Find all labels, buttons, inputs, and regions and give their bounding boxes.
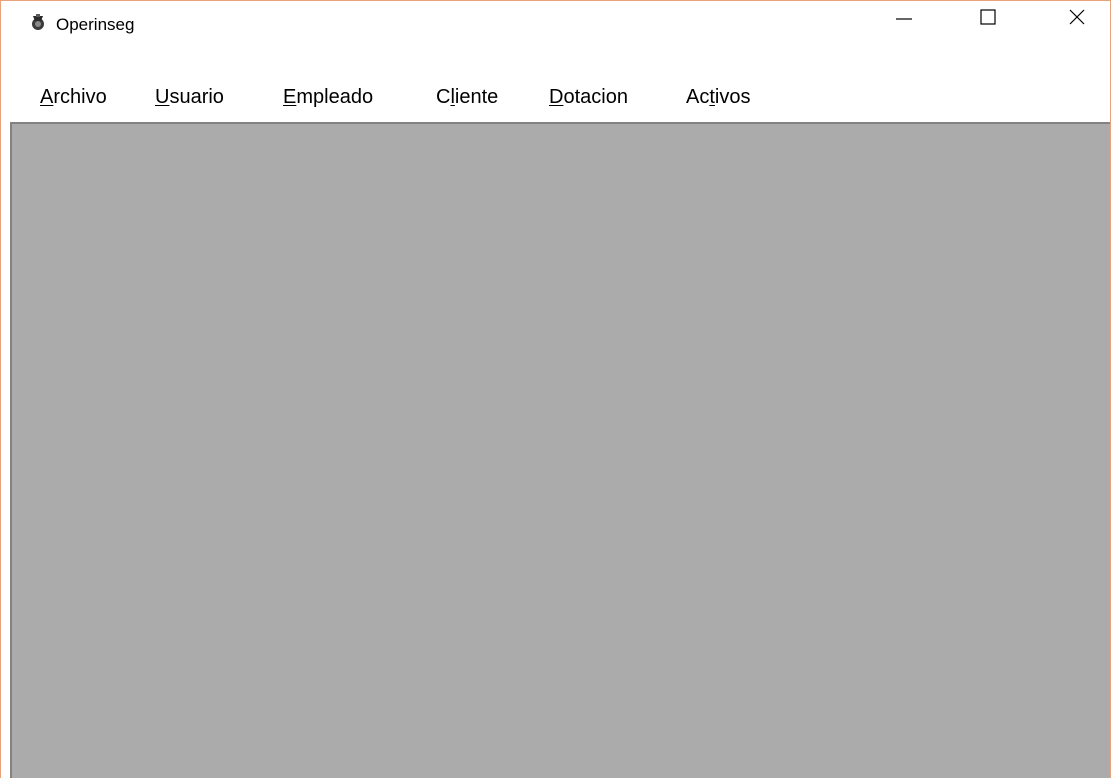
menu-cliente-post: iente <box>454 86 499 108</box>
window-title: Operinseg <box>56 15 135 34</box>
menu-dotacion-mnemonic: D <box>549 86 564 108</box>
menu-dotacion[interactable]: Dotacion <box>547 83 630 111</box>
menu-activos[interactable]: Activos <box>684 83 752 111</box>
menu-archivo-mnemonic: A <box>40 86 54 108</box>
menu-usuario-mnemonic: U <box>155 86 170 108</box>
menu-archivo-post: rchivo <box>53 86 107 108</box>
close-icon <box>1069 9 1085 24</box>
operinseg-app-icon <box>32 14 44 30</box>
maximize-button[interactable] <box>965 1 1011 32</box>
menu-usuario[interactable]: Usuario <box>153 83 226 111</box>
menu-archivo[interactable]: Archivo <box>38 83 109 111</box>
menu-dotacion-post: otacion <box>563 86 628 108</box>
minimize-button[interactable] <box>881 1 927 32</box>
menu-cliente[interactable]: Cliente <box>434 83 500 111</box>
menu-empleado-mnemonic: E <box>283 86 297 108</box>
title-bar[interactable]: Operinseg <box>1 1 1110 38</box>
mdi-client-area[interactable] <box>10 122 1110 778</box>
menu-empleado-post: mpleado <box>296 86 374 108</box>
menu-cliente-pre: C <box>436 86 451 108</box>
minimize-icon <box>896 17 912 20</box>
menu-activos-pre: Ac <box>686 86 710 108</box>
menu-empleado[interactable]: Empleado <box>281 83 375 111</box>
menu-bar: Archivo Usuario Empleado Cliente Dotacio… <box>1 75 1110 115</box>
maximize-icon <box>980 8 996 25</box>
menu-activos-post: ivos <box>714 86 751 108</box>
application-window: Operinseg Archivo Usuario Empleado Clien… <box>0 0 1111 778</box>
menu-usuario-post: suario <box>169 86 224 108</box>
close-button[interactable] <box>1054 1 1100 32</box>
